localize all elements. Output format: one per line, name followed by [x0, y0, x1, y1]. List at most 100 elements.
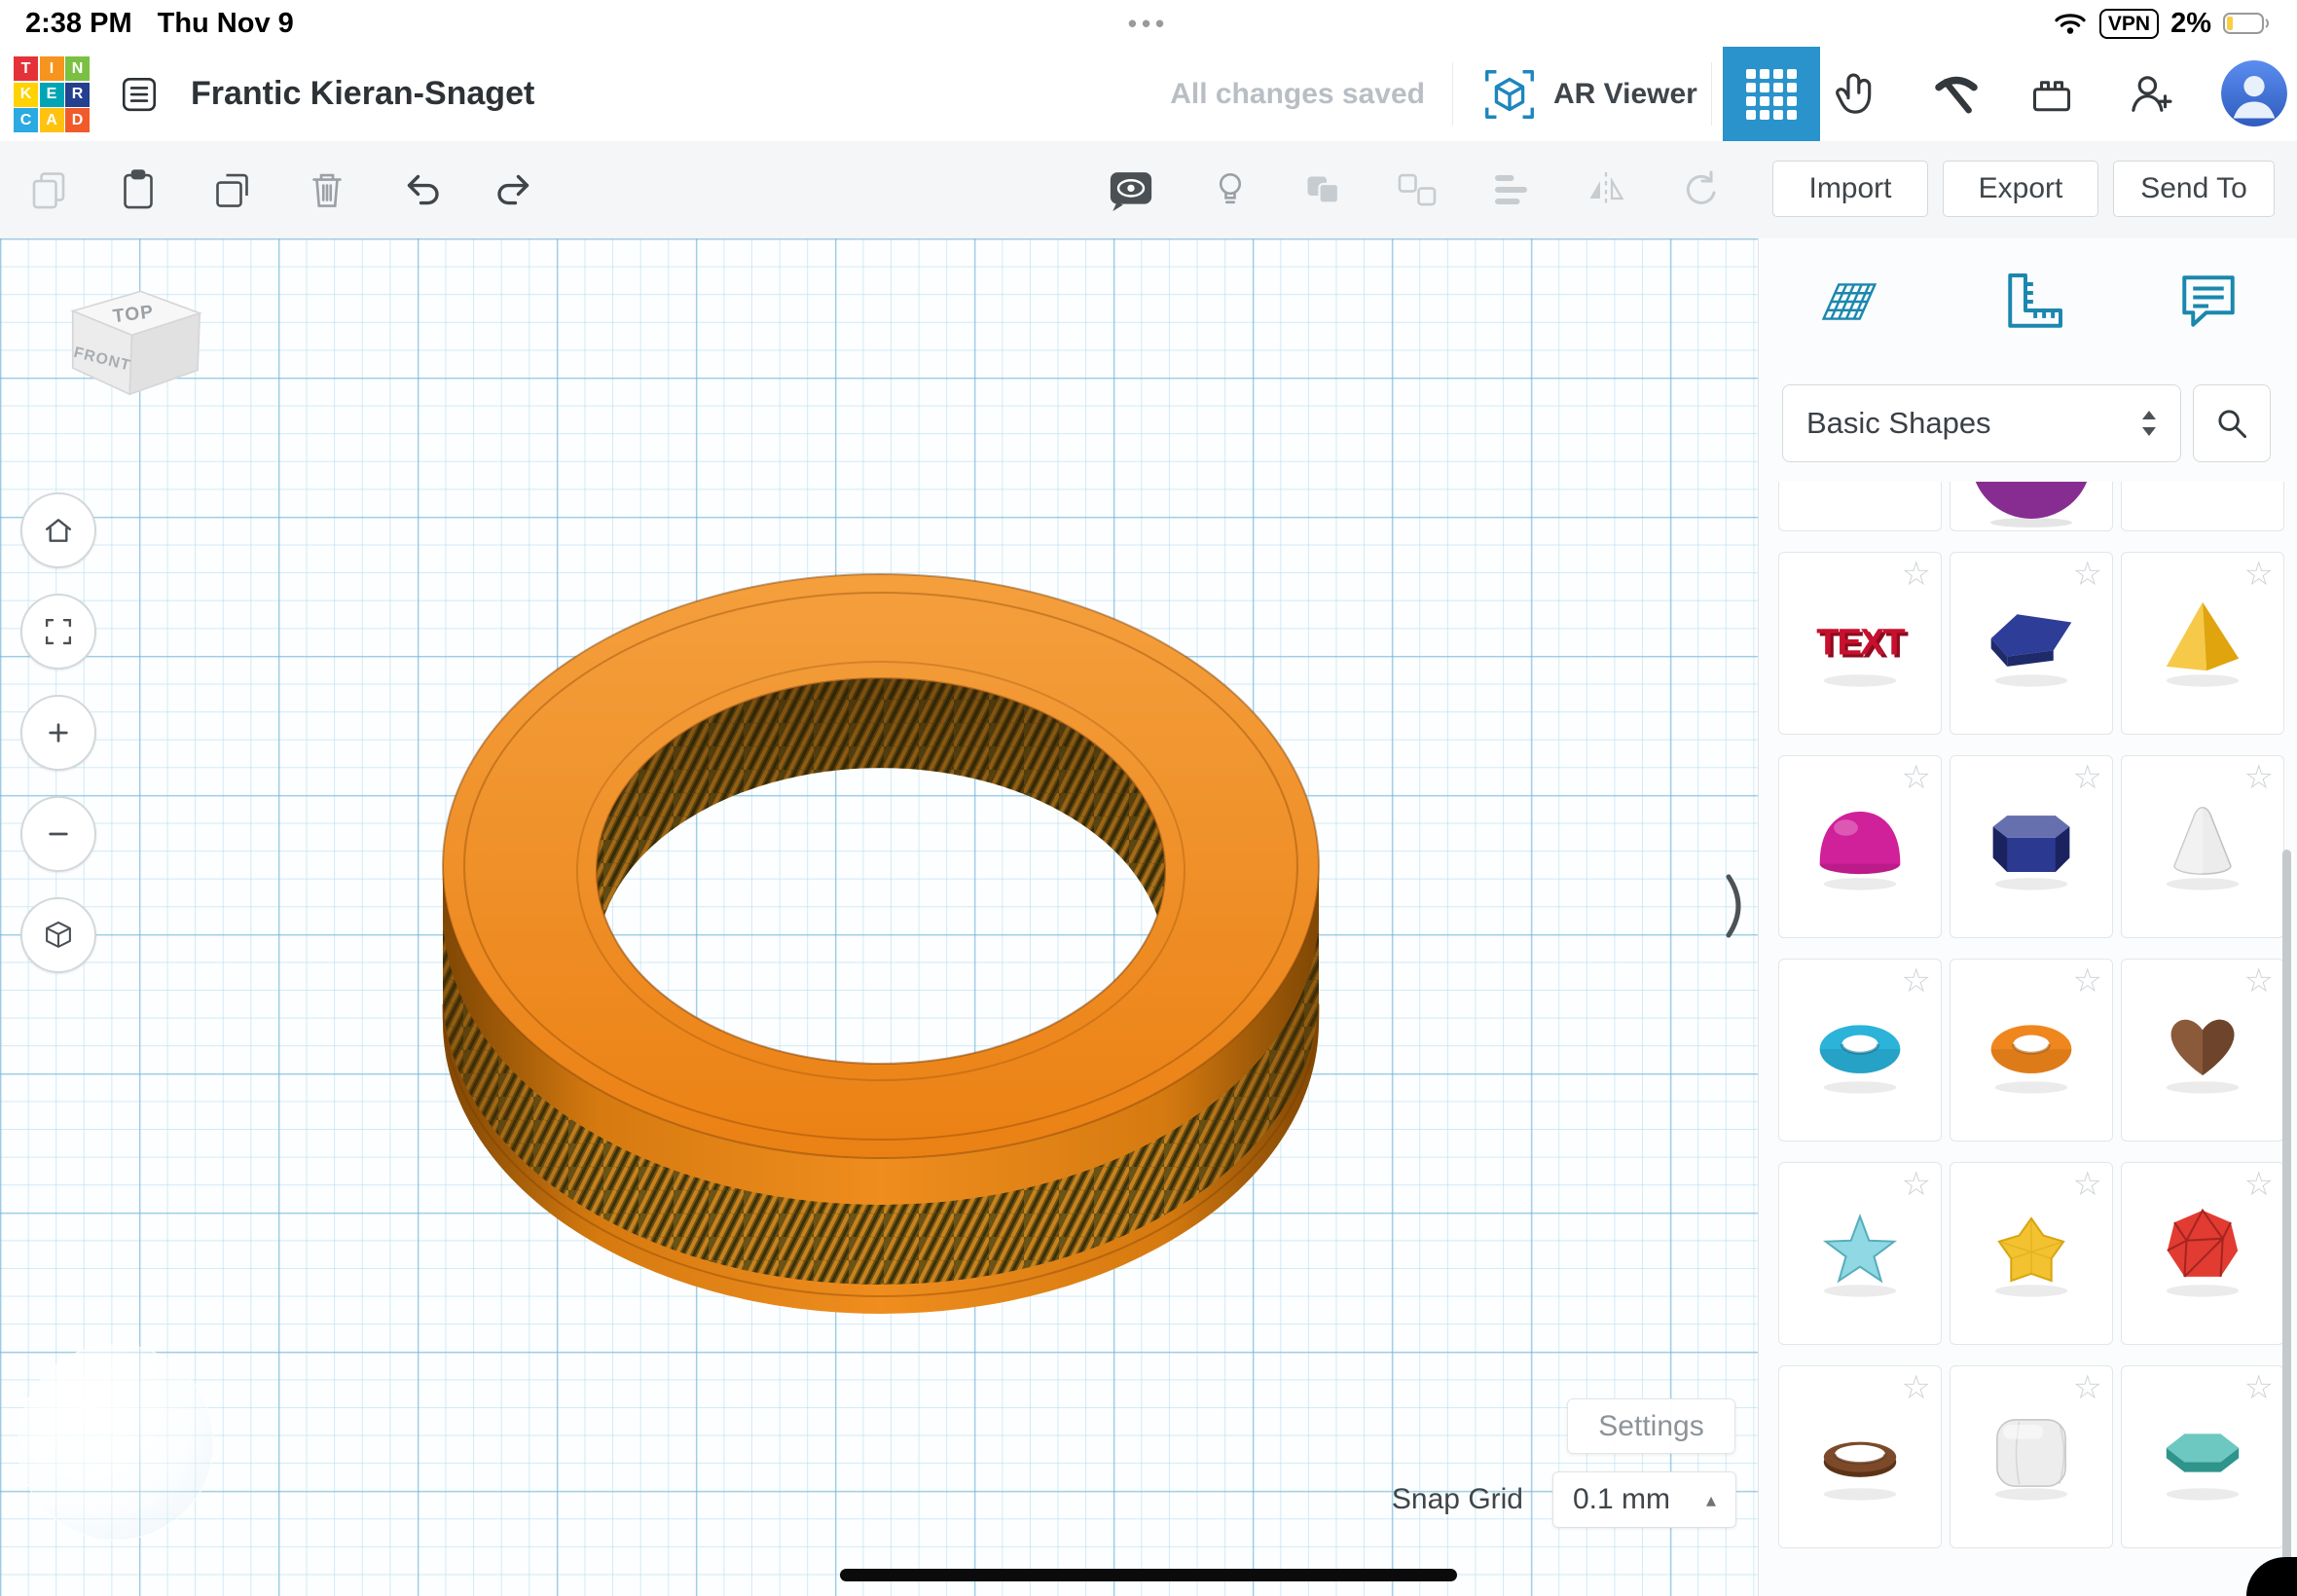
- shape-cell-pyramid[interactable]: ☆: [2121, 552, 2284, 735]
- delete-button[interactable]: [302, 164, 352, 215]
- status-bar: 2:38 PM Thu Nov 9 ••• VPN 2%: [0, 0, 2297, 47]
- ungroup-button[interactable]: [1392, 164, 1442, 215]
- minecraft-export-button[interactable]: [1925, 47, 1987, 141]
- chevron-right-icon: [1723, 871, 1752, 941]
- export-button[interactable]: Export: [1943, 161, 2098, 217]
- show-all-button[interactable]: [1106, 164, 1156, 215]
- favorite-star-icon[interactable]: ☆: [2073, 1370, 2102, 1405]
- favorite-star-icon[interactable]: ☆: [1902, 760, 1931, 795]
- logo-tile: T: [14, 56, 38, 81]
- trash-icon: [304, 166, 350, 213]
- import-button[interactable]: Import: [1772, 161, 1928, 217]
- home-view-button[interactable]: [20, 492, 96, 568]
- tips-button[interactable]: [1205, 164, 1256, 215]
- favorite-star-icon[interactable]: ☆: [2073, 557, 2102, 592]
- shape-cell-dome[interactable]: ☆: [1778, 755, 1942, 938]
- battery-percent: 2%: [2170, 8, 2211, 40]
- drop-to-workplane-button[interactable]: [1674, 164, 1725, 215]
- shape-cell-starfat[interactable]: ☆: [1950, 1162, 2113, 1345]
- hand-icon: [1829, 66, 1885, 123]
- favorite-star-icon[interactable]: ☆: [2244, 1370, 2274, 1405]
- shape-cell-icosa[interactable]: ☆: [2121, 1162, 2284, 1345]
- favorite-star-icon[interactable]: ☆: [1902, 1370, 1931, 1405]
- ungroup-icon: [1394, 166, 1440, 213]
- shapes-panel: Basic Shapes ☆TEXTTEXT☆☆☆☆☆☆☆☆☆☆☆☆☆☆☆: [1758, 238, 2297, 1596]
- snap-grid-dropdown[interactable]: 0.1 mm ▴: [1552, 1471, 1736, 1528]
- shape-cell-torus[interactable]: ☆: [1778, 959, 1942, 1142]
- favorite-star-icon[interactable]: ☆: [2244, 760, 2274, 795]
- shape-cell-sphere-low[interactable]: ☆: [1950, 482, 2113, 531]
- paste-button[interactable]: [113, 164, 164, 215]
- mirror-button[interactable]: [1581, 164, 1631, 215]
- redo-button[interactable]: [489, 164, 539, 215]
- copy-icon: [25, 166, 72, 213]
- shape-cell-text[interactable]: TEXTTEXT☆: [1778, 552, 1942, 735]
- shape-cell-slab[interactable]: ☆: [1950, 552, 2113, 735]
- watermark-sphere: [18, 1344, 214, 1541]
- edit-toolbar: Import Export Send To: [0, 141, 2297, 239]
- favorite-star-icon[interactable]: ☆: [2073, 963, 2102, 998]
- search-shapes-button[interactable]: [2193, 384, 2271, 462]
- shape-cell-heart[interactable]: ☆: [2121, 959, 2284, 1142]
- panel-scrollbar[interactable]: [2282, 850, 2291, 1565]
- duplicate-button[interactable]: [208, 164, 259, 215]
- shapes-scroll-area[interactable]: ☆TEXTTEXT☆☆☆☆☆☆☆☆☆☆☆☆☆☆☆: [1778, 482, 2286, 1596]
- shape-cell-softcube[interactable]: ☆: [1950, 1365, 2113, 1548]
- ar-viewer-label: AR Viewer: [1553, 78, 1697, 111]
- favorite-star-icon[interactable]: ☆: [2244, 963, 2274, 998]
- favorite-star-icon[interactable]: ☆: [2073, 760, 2102, 795]
- account-avatar[interactable]: [2221, 60, 2287, 127]
- pickaxe-icon: [1928, 66, 1985, 123]
- shape-cell-star[interactable]: ☆: [1778, 1162, 1942, 1345]
- drop-arrow-icon: [1676, 166, 1723, 213]
- zoom-out-button[interactable]: [20, 796, 96, 872]
- shape-cell-blank[interactable]: [1778, 482, 1942, 531]
- logo-tile: K: [14, 83, 38, 107]
- shape-category-dropdown[interactable]: Basic Shapes: [1782, 384, 2181, 462]
- brick-export-button[interactable]: [2021, 47, 2083, 141]
- favorite-star-icon[interactable]: ☆: [1902, 963, 1931, 998]
- shape-cell-blank[interactable]: [2121, 482, 2284, 531]
- notes-tool-button[interactable]: [2170, 264, 2246, 340]
- notes-icon: [2173, 267, 2243, 337]
- favorite-star-icon[interactable]: ☆: [2244, 557, 2274, 592]
- shape-cell-hexflat[interactable]: ☆: [2121, 1365, 2284, 1548]
- zoom-in-button[interactable]: [20, 695, 96, 771]
- send-to-button[interactable]: Send To: [2113, 161, 2275, 217]
- fit-view-button[interactable]: [20, 594, 96, 670]
- group-button[interactable]: [1298, 164, 1349, 215]
- battery-icon: [2223, 11, 2272, 36]
- design-title[interactable]: Frantic Kieran-Snaget: [191, 47, 534, 141]
- ruler-tool-button[interactable]: [1996, 264, 2072, 340]
- viewport-3d[interactable]: TOP FRONT: [0, 238, 1758, 1596]
- workplane-tool-button[interactable]: [1810, 264, 1886, 340]
- share-invite-button[interactable]: [2120, 47, 2182, 141]
- perspective-toggle-button[interactable]: [20, 897, 96, 973]
- my-designs-button[interactable]: [115, 47, 164, 141]
- paste-icon: [115, 166, 162, 213]
- align-button[interactable]: [1487, 164, 1538, 215]
- shape-cell-cone[interactable]: ☆: [2121, 755, 2284, 938]
- home-indicator[interactable]: [840, 1569, 1457, 1581]
- ar-viewer-button[interactable]: AR Viewer: [1479, 47, 1697, 141]
- shape-cell-torus[interactable]: ☆: [1950, 959, 2113, 1142]
- settings-button[interactable]: Settings: [1567, 1398, 1735, 1454]
- vpn-badge: VPN: [2099, 9, 2159, 39]
- gesture-hint-button[interactable]: [1826, 47, 1888, 141]
- ring-model[interactable]: [428, 560, 1333, 1338]
- collapse-panel-button[interactable]: [1723, 869, 1756, 943]
- favorite-star-icon[interactable]: ☆: [1902, 1167, 1931, 1202]
- favorite-star-icon[interactable]: ☆: [1902, 557, 1931, 592]
- view-tiles-button[interactable]: [1723, 47, 1820, 141]
- lightbulb-icon: [1207, 166, 1254, 213]
- shape-cell-ringthin[interactable]: ☆: [1778, 1365, 1942, 1548]
- redo-icon: [491, 166, 537, 213]
- tinkercad-logo[interactable]: TINKERCAD: [14, 56, 90, 132]
- copy-button[interactable]: [23, 164, 74, 215]
- favorite-star-icon[interactable]: ☆: [2244, 1167, 2274, 1202]
- shape-cell-hexprism[interactable]: ☆: [1950, 755, 2113, 938]
- view-cube[interactable]: TOP FRONT: [49, 275, 224, 441]
- favorite-star-icon[interactable]: ☆: [2073, 1167, 2102, 1202]
- undo-button[interactable]: [397, 164, 448, 215]
- eye-badge-icon: [1106, 164, 1156, 215]
